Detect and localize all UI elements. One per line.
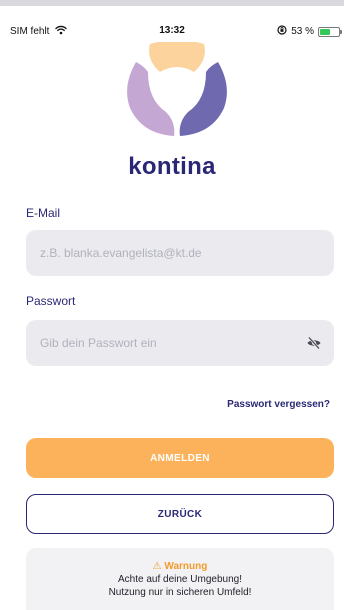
battery-fill [320, 28, 330, 35]
forgot-password-link[interactable]: Passwort vergessen? [227, 399, 330, 410]
email-label: E-Mail [26, 206, 61, 220]
password-field[interactable] [38, 335, 322, 351]
email-field[interactable] [38, 245, 322, 261]
eye-off-icon[interactable] [306, 335, 322, 351]
warning-line-2: Nutzung nur in sicheren Umfeld! [108, 587, 252, 598]
logo-top-arc [149, 42, 205, 72]
battery-percent: 53 % [291, 26, 314, 37]
warning-title-row: ⚠ Warnung [26, 560, 334, 573]
status-right: 53 % [277, 25, 342, 38]
warning-title: Warnung [164, 561, 208, 572]
top-frame-line [0, 0, 344, 6]
logo-left-wing [127, 62, 175, 136]
password-field-container [26, 320, 334, 366]
orientation-lock-icon [277, 25, 287, 38]
status-bar: SIM fehlt 13:32 53 % [0, 22, 344, 42]
email-field-container [26, 230, 334, 276]
logo-right-wing [179, 62, 227, 136]
kontina-logo [127, 42, 227, 136]
brand-name: kontina [128, 153, 216, 180]
password-label: Passwort [26, 294, 76, 308]
battery-icon [318, 26, 342, 37]
warning-icon: ⚠ [152, 561, 162, 572]
warning-box: ⚠ Warnung Achte auf deine Umgebung! Nutz… [26, 548, 334, 610]
back-button[interactable]: ZURÜCK [26, 494, 334, 534]
warning-line-1: Achte auf deine Umgebung! [118, 574, 242, 585]
login-button[interactable]: ANMELDEN [26, 438, 334, 478]
